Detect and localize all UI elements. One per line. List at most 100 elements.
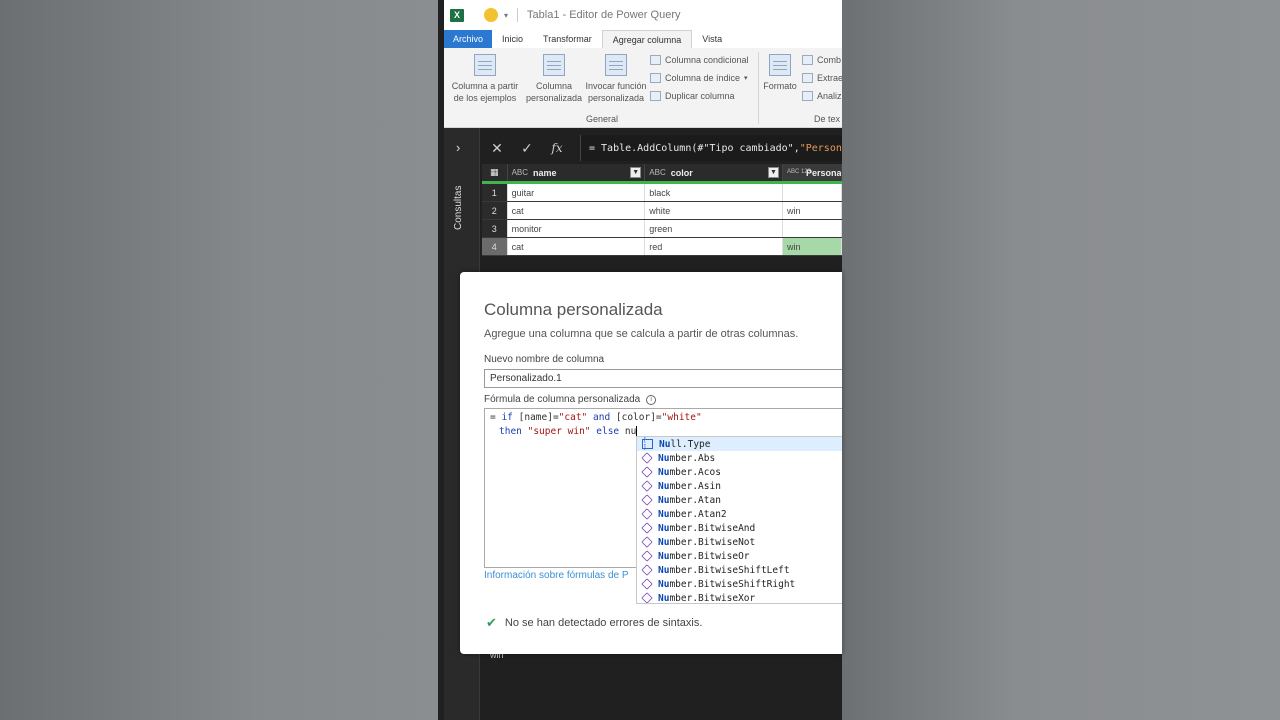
function-cube-icon bbox=[641, 564, 653, 576]
formula-input[interactable]: = Table.AddColumn(#"Tipo cambiado", "Per… bbox=[580, 135, 842, 161]
autocomplete-item[interactable]: Number.BitwiseOr bbox=[637, 549, 842, 563]
window-title: Tabla1 - Editor de Power Query bbox=[527, 9, 681, 21]
formula-string: "Persona bbox=[799, 142, 842, 154]
expand-chevron-icon[interactable]: › bbox=[456, 140, 460, 155]
formula-part: [name]= bbox=[512, 412, 559, 423]
cell-color[interactable]: black bbox=[645, 184, 783, 201]
autocomplete-list[interactable]: [ ] Null.Type Number.Abs Number.Acos Number.… bbox=[636, 436, 842, 604]
formula-help-link[interactable]: Información sobre fórmulas de P bbox=[484, 570, 629, 581]
cell-name[interactable]: cat bbox=[507, 238, 646, 255]
column-header-custom[interactable]: ABC 123 Persona bbox=[782, 164, 842, 181]
cancel-formula-icon[interactable]: ✕ bbox=[482, 140, 512, 157]
tab-archivo[interactable]: Archivo bbox=[444, 30, 493, 48]
autocomplete-item[interactable]: Number.BitwiseXor bbox=[637, 591, 842, 603]
string-white: "white" bbox=[661, 412, 702, 423]
function-cube-icon bbox=[641, 508, 653, 520]
conditional-column-button[interactable]: Columna condicional bbox=[650, 55, 749, 65]
cell-color[interactable]: red bbox=[645, 238, 783, 255]
table-row[interactable]: 1 guitar black bbox=[482, 184, 842, 202]
rest-text: mber.BitwiseNot bbox=[669, 536, 756, 548]
autocomplete-item[interactable]: Number.BitwiseAnd bbox=[637, 521, 842, 535]
table-menu-icon[interactable]: ▦ bbox=[482, 164, 508, 181]
string-super-win: "super win" bbox=[521, 426, 597, 437]
format-button[interactable]: Formato bbox=[762, 48, 798, 92]
index-column-button[interactable]: Columna de índice ▾ bbox=[650, 73, 748, 83]
conditional-column-icon bbox=[650, 55, 661, 65]
rest-text: mber.BitwiseOr bbox=[669, 550, 750, 562]
invoke-function-button[interactable]: Invocar función personalizada bbox=[584, 48, 648, 104]
table-row[interactable]: 3 monitor green bbox=[482, 220, 842, 238]
filter-dropdown-icon[interactable]: ▼ bbox=[767, 167, 779, 178]
autocomplete-item[interactable]: Number.Atan2 bbox=[637, 507, 842, 521]
autocomplete-item-label: Number.BitwiseShiftRight bbox=[658, 579, 795, 590]
match-text: Nu bbox=[658, 536, 670, 548]
type-abc-icon: ABC bbox=[649, 168, 666, 177]
info-icon[interactable]: i bbox=[646, 394, 657, 405]
analyze-button[interactable]: Analiz bbox=[802, 91, 842, 101]
column-name-input[interactable]: Personalizado.1 bbox=[484, 369, 842, 388]
kw-else: else bbox=[596, 426, 620, 437]
autocomplete-item[interactable]: [ ] Null.Type bbox=[637, 437, 842, 451]
rest-text: mber.BitwiseShiftLeft bbox=[669, 564, 790, 576]
custom-column-label: Columna personalizada bbox=[525, 81, 583, 103]
type-abc-icon: ABC bbox=[511, 168, 529, 177]
rest-text: mber.Atan bbox=[669, 494, 721, 506]
custom-column-button[interactable]: Columna personalizada bbox=[524, 48, 584, 104]
autocomplete-item-label: Number.Atan bbox=[658, 495, 721, 506]
rest-text: mber.Atan2 bbox=[669, 508, 727, 520]
duplicate-column-button[interactable]: Duplicar columna bbox=[650, 91, 735, 101]
autocomplete-item[interactable]: Number.Atan bbox=[637, 493, 842, 507]
tab-vista[interactable]: Vista bbox=[692, 30, 732, 48]
table-row[interactable]: 2 cat white win bbox=[482, 202, 842, 220]
column-from-examples-button[interactable]: Columna a partir de los ejemplos bbox=[446, 48, 524, 104]
cell-custom[interactable]: win bbox=[782, 202, 842, 219]
duplicate-column-label: Duplicar columna bbox=[665, 91, 735, 101]
duplicate-column-icon bbox=[650, 91, 661, 101]
autocomplete-item[interactable]: Number.Asin bbox=[637, 479, 842, 493]
ribbon-tabs: Archivo Inicio Transformar Agregar colum… bbox=[444, 30, 842, 48]
match-text: Nu bbox=[659, 438, 671, 450]
combine-button[interactable]: Comb bbox=[802, 55, 841, 65]
dialog-title: Columna personalizada bbox=[484, 300, 663, 319]
tab-inicio[interactable]: Inicio bbox=[492, 30, 533, 48]
queries-label: Consultas bbox=[453, 185, 464, 230]
cell-custom[interactable] bbox=[782, 184, 842, 201]
autocomplete-item[interactable]: Number.Acos bbox=[637, 465, 842, 479]
column-header-color[interactable]: ABC color ▼ bbox=[645, 164, 783, 181]
autocomplete-item[interactable]: Number.BitwiseShiftLeft bbox=[637, 563, 842, 577]
formula-bar: ✕ ✓ fx = Table.AddColumn(#"Tipo cambiado… bbox=[482, 135, 842, 161]
table-row[interactable]: 4 cat red win bbox=[482, 238, 842, 256]
string-cat: "cat" bbox=[558, 412, 588, 423]
autocomplete-item[interactable]: Number.BitwiseNot bbox=[637, 535, 842, 549]
autocomplete-item[interactable]: Number.Abs bbox=[637, 451, 842, 465]
column-from-examples-label: Columna a partir de los ejemplos bbox=[451, 81, 519, 103]
ribbon: Columna a partir de los ejemplos Columna… bbox=[444, 48, 842, 128]
function-cube-icon bbox=[641, 494, 653, 506]
cell-name[interactable]: cat bbox=[507, 202, 646, 219]
row-number: 3 bbox=[482, 220, 508, 237]
feedback-smiley-icon[interactable] bbox=[484, 8, 498, 22]
cell-name[interactable]: guitar bbox=[507, 184, 646, 201]
function-cube-icon bbox=[641, 522, 653, 534]
cell-color[interactable]: white bbox=[645, 202, 783, 219]
function-cube-icon bbox=[641, 452, 653, 464]
column-header-label: color bbox=[670, 167, 693, 178]
fx-icon[interactable]: fx bbox=[542, 141, 572, 155]
tab-transformar[interactable]: Transformar bbox=[533, 30, 602, 48]
function-cube-icon bbox=[641, 592, 653, 603]
qat-dropdown-icon[interactable]: ▾ bbox=[504, 11, 508, 20]
tab-agregar-columna[interactable]: Agregar columna bbox=[601, 30, 693, 48]
cell-name[interactable]: monitor bbox=[507, 220, 646, 237]
autocomplete-item[interactable]: Number.BitwiseShiftRight bbox=[637, 577, 842, 591]
rest-text: mber.Asin bbox=[669, 480, 721, 492]
column-header-name[interactable]: ABC name ▼ bbox=[508, 164, 646, 181]
cell-color[interactable]: green bbox=[645, 220, 783, 237]
autocomplete-item-label: Null.Type bbox=[659, 439, 711, 450]
cell-custom[interactable] bbox=[782, 220, 842, 237]
cell-custom[interactable]: win bbox=[782, 238, 842, 255]
extract-button[interactable]: Extrae bbox=[802, 73, 842, 83]
confirm-formula-icon[interactable]: ✓ bbox=[512, 140, 542, 157]
format-label: Formato bbox=[763, 81, 797, 91]
dialog-subtitle: Agregue una columna que se calcula a par… bbox=[484, 328, 799, 340]
filter-dropdown-icon[interactable]: ▼ bbox=[630, 167, 642, 178]
